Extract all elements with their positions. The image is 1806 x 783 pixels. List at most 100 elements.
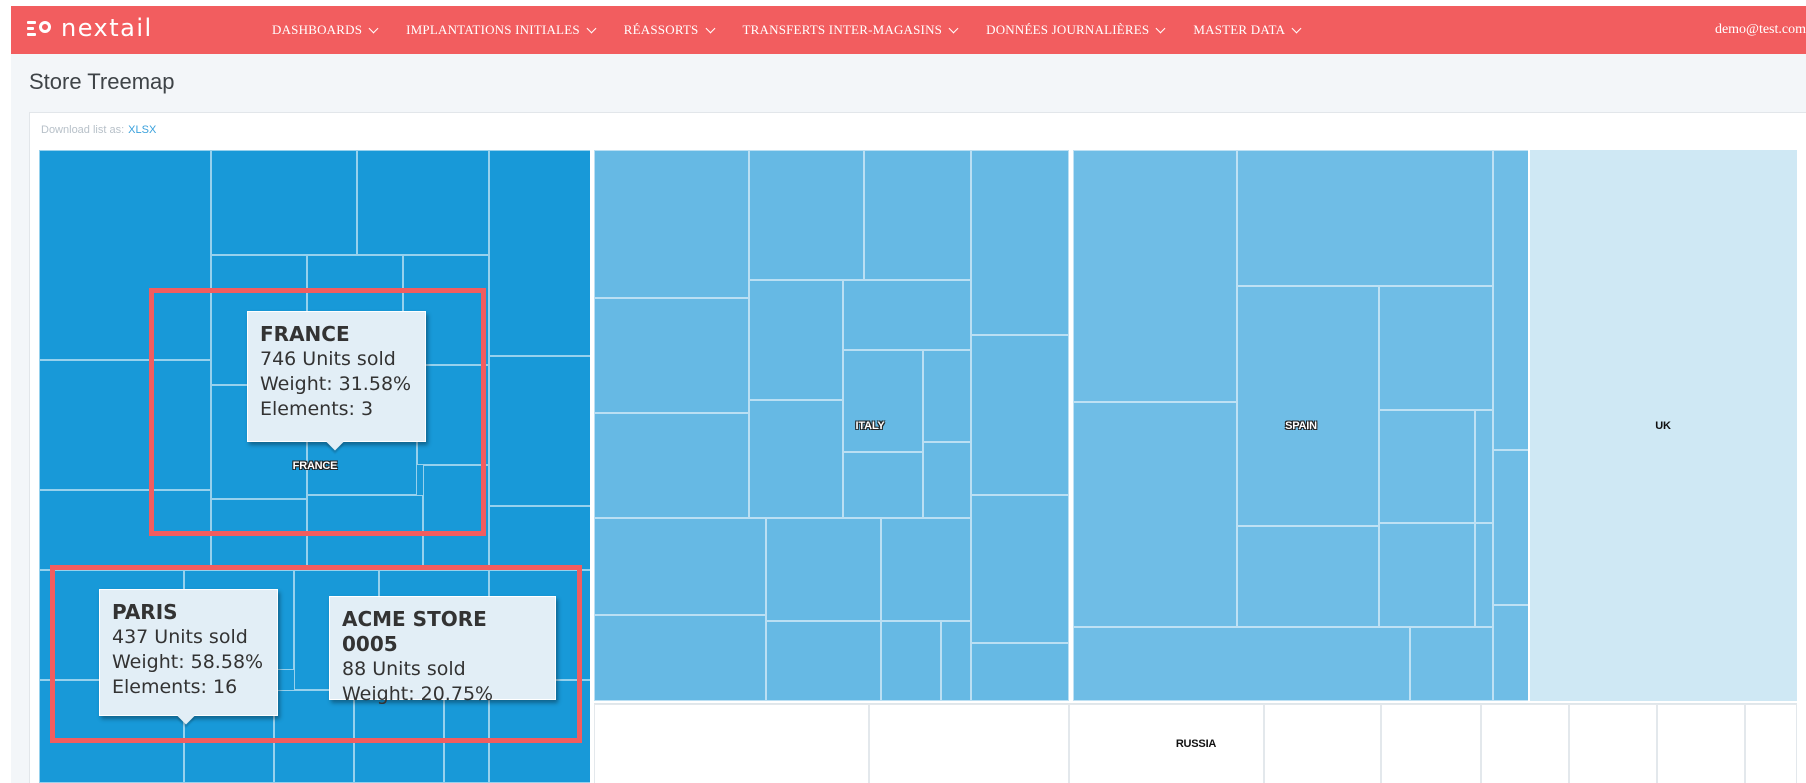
store-cell[interactable]: [843, 350, 923, 452]
nav-label: RÉASSORTS: [623, 22, 699, 37]
download-label: Download list as:: [41, 124, 125, 136]
store-cell[interactable]: [357, 150, 489, 255]
download-xlsx-link[interactable]: XLSX: [128, 124, 156, 136]
region-spain[interactable]: SPAIN: [1073, 150, 1530, 701]
region-label-france: FRANCE: [292, 460, 338, 472]
store-cell[interactable]: [1657, 704, 1745, 783]
store-cell[interactable]: [749, 280, 843, 400]
store-cell[interactable]: [1264, 704, 1381, 783]
store-cell[interactable]: [843, 452, 923, 518]
store-cell[interactable]: [923, 350, 971, 442]
store-cell[interactable]: [1493, 605, 1530, 701]
store-cell[interactable]: [971, 150, 1069, 335]
store-treemap: FRANCE ITALY SPAIN UK RUSSIA: [39, 150, 1797, 783]
store-cell[interactable]: [1475, 523, 1493, 627]
store-cell[interactable]: [307, 495, 423, 570]
user-menu[interactable]: demo@test.com: [1715, 22, 1806, 38]
store-cell[interactable]: [749, 150, 864, 280]
store-cell[interactable]: [971, 643, 1069, 701]
store-cell[interactable]: [211, 150, 357, 255]
tooltip-elements: Elements: 16: [112, 676, 238, 698]
store-cell[interactable]: [1410, 627, 1493, 701]
store-cell[interactable]: [843, 280, 971, 350]
store-cell[interactable]: [423, 465, 489, 570]
region-italy[interactable]: ITALY: [594, 150, 1071, 701]
tooltip-acme-store-0005: ACME STORE 0005 88 Units sold Weight: 20…: [329, 596, 556, 705]
store-cell[interactable]: [971, 335, 1069, 495]
store-cell[interactable]: [489, 356, 592, 506]
brand-logo[interactable]: nextail: [27, 16, 153, 40]
store-cell[interactable]: [881, 518, 971, 621]
tooltip-elements: Elements: 3: [260, 398, 374, 420]
store-cell[interactable]: [594, 298, 749, 413]
store-cell[interactable]: [881, 621, 941, 701]
store-cell[interactable]: [1073, 627, 1410, 701]
store-cell[interactable]: [1493, 150, 1530, 450]
chevron-down-icon: [1291, 23, 1302, 33]
store-cell[interactable]: [869, 704, 1069, 783]
region-label-italy: ITALY: [855, 420, 885, 432]
store-cell[interactable]: [39, 360, 211, 490]
nav-label: IMPLANTATIONS INITIALES: [406, 22, 580, 37]
tooltip-units: 437 Units sold: [112, 626, 248, 648]
store-cell[interactable]: [766, 621, 881, 701]
nav-dashboards[interactable]: DASHBOARDS: [272, 22, 379, 38]
store-cell[interactable]: [1073, 402, 1237, 627]
store-cell[interactable]: [1481, 704, 1569, 783]
store-cell[interactable]: [1073, 150, 1237, 402]
store-cell[interactable]: [594, 704, 869, 783]
page-title: Store Treemap: [29, 69, 175, 94]
tooltip-units: 88 Units sold: [342, 658, 466, 680]
store-cell[interactable]: [1379, 410, 1475, 523]
store-cell[interactable]: [766, 518, 881, 621]
store-cell[interactable]: [594, 150, 749, 298]
nav-transferts[interactable]: TRANSFERTS INTER-MAGASINS: [742, 22, 959, 38]
store-cell[interactable]: [1237, 150, 1493, 286]
store-cell[interactable]: [971, 495, 1069, 643]
download-bar: Download list as: XLSX: [41, 124, 156, 136]
store-cell[interactable]: [1069, 704, 1264, 783]
nav-implantations-initiales[interactable]: IMPLANTATIONS INITIALES: [406, 22, 597, 38]
store-cell[interactable]: [489, 506, 592, 570]
store-cell[interactable]: [594, 615, 766, 701]
store-cell[interactable]: [489, 150, 592, 356]
store-cell[interactable]: [1493, 450, 1530, 605]
store-cell[interactable]: [1237, 526, 1379, 627]
store-cell[interactable]: [1237, 286, 1379, 526]
store-cell[interactable]: [749, 400, 843, 518]
store-cell[interactable]: [417, 365, 489, 465]
chevron-down-icon: [948, 23, 959, 33]
region-russia[interactable]: RUSSIA: [594, 703, 1797, 783]
store-cell[interactable]: [1475, 410, 1493, 523]
nav-donnees-journalieres[interactable]: DONNÉES JOURNALIÈRES: [986, 22, 1166, 38]
store-cell[interactable]: [1745, 704, 1797, 783]
tooltip-weight: Weight: 58.58%: [112, 651, 264, 673]
store-cell[interactable]: [941, 621, 971, 701]
nav-reassorts[interactable]: RÉASSORTS: [623, 22, 715, 38]
tooltip-weight: Weight: 20.75%: [342, 683, 494, 705]
chevron-down-icon: [586, 23, 597, 33]
store-cell[interactable]: [923, 442, 971, 518]
store-cell[interactable]: [39, 490, 211, 570]
store-cell[interactable]: [594, 518, 766, 615]
brand-name: nextail: [61, 14, 153, 42]
region-uk[interactable]: UK: [1530, 150, 1797, 701]
nav-label: TRANSFERTS INTER-MAGASINS: [742, 22, 943, 37]
chevron-down-icon: [705, 23, 715, 33]
tooltip-title: PARIS: [112, 600, 178, 624]
store-cell[interactable]: [864, 150, 971, 280]
nextail-logo-icon: [27, 18, 51, 38]
top-navbar: nextail DASHBOARDS IMPLANTATIONS INITIAL…: [11, 6, 1806, 54]
region-label-spain: SPAIN: [1285, 420, 1317, 432]
region-label-russia: RUSSIA: [1175, 738, 1217, 750]
nav-master-data[interactable]: MASTER DATA: [1193, 22, 1302, 38]
main-nav: DASHBOARDS IMPLANTATIONS INITIALES RÉASS…: [272, 6, 1302, 54]
store-cell[interactable]: [1379, 523, 1475, 627]
store-cell[interactable]: [594, 413, 749, 518]
store-cell[interactable]: [1569, 704, 1657, 783]
store-cell[interactable]: [1379, 286, 1493, 410]
tooltip-units: 746 Units sold: [260, 348, 396, 370]
store-cell[interactable]: [211, 499, 307, 570]
store-cell[interactable]: [39, 150, 211, 360]
store-cell[interactable]: [1381, 704, 1481, 783]
